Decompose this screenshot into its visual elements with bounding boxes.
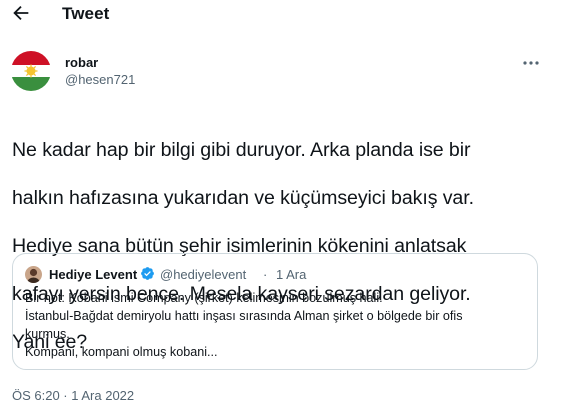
quote-text-line: İstanbul-Bağdat demiryolu hattı inşası s…: [25, 309, 463, 323]
quote-text: Bir not: Kobani ismi Company (şirket) ke…: [25, 289, 525, 361]
quote-tweet-card[interactable]: Hediye Levent @hediyelevent · 1 Ara Bir …: [12, 253, 538, 370]
quote-text-line: Kompani, kompani olmuş kobani...: [25, 345, 218, 359]
verified-badge-icon: [141, 267, 154, 280]
kurdistan-flag-avatar-icon: [11, 51, 51, 91]
author-name[interactable]: robar: [65, 55, 98, 70]
top-bar: Tweet: [0, 0, 577, 30]
arrow-left-icon[interactable]: [10, 2, 32, 24]
tweet-text-line: halkın hafızasına yukarıdan ve küçümseyi…: [12, 187, 474, 209]
quote-separator: ·: [263, 267, 268, 282]
person-avatar-icon: [25, 266, 42, 283]
quote-date: 1 Ara: [276, 267, 307, 282]
quote-author-name: Hediye Levent: [49, 267, 138, 282]
quote-avatar: [25, 266, 42, 283]
quote-text-line: Bir not: Kobani ismi Company (şirket) ke…: [25, 291, 383, 305]
avatar[interactable]: [11, 51, 51, 91]
quote-text-line: kurmuş.: [25, 327, 70, 341]
tweet-text-line: Ne kadar hap bir bilgi gibi duruyor. Ark…: [12, 139, 471, 161]
more-horizontal-icon[interactable]: [520, 56, 542, 70]
tweet-timestamp[interactable]: ÖS 6:20 · 1 Ara 2022: [12, 388, 134, 403]
author-handle[interactable]: @hesen721: [65, 72, 135, 87]
page-title: Tweet: [62, 4, 110, 23]
quote-author-handle: @hediyelevent: [160, 267, 247, 282]
